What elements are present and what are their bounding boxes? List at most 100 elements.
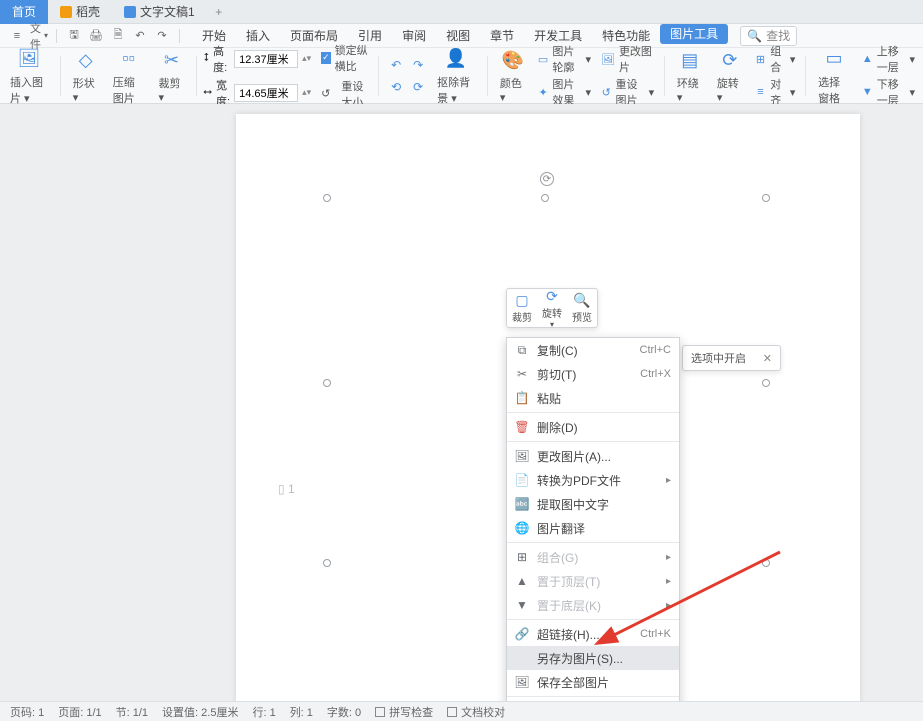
ctx-paste[interactable]: 📋粘贴 (507, 386, 679, 410)
z-order-group: ▲上移一层 ▾ ▼下移一层 ▾ (858, 43, 919, 108)
delete-icon: 🗑 (515, 420, 529, 434)
bring-front-icon: ▲ (515, 574, 529, 588)
selection-pane-button[interactable]: ▭选择窗格 (812, 46, 856, 106)
ctx-change-pic[interactable]: 🖼更改图片(A)... (507, 444, 679, 468)
menu-review[interactable]: 审阅 (392, 24, 436, 48)
handle-br[interactable] (762, 559, 770, 567)
shapes-button[interactable]: ◇形状 ▾ (67, 47, 105, 104)
effects-icon: ✦ (538, 84, 549, 100)
remove-bg-icon: 👤 (443, 46, 469, 72)
reset-pic-icon: ↺ (601, 84, 612, 100)
print-icon[interactable]: 🖨 (87, 27, 105, 45)
ribbon: 🖼插入图片 ▾ ◇形状 ▾ ▫▫压缩图片 ✂裁剪 ▾ ⭥高度:▴▾ ⭤宽度:▴▾… (0, 48, 923, 104)
wrap-icon: ▤ (677, 47, 703, 73)
ctx-translate[interactable]: 🌐图片翻译 (507, 516, 679, 540)
close-icon[interactable]: ✕ (763, 352, 772, 365)
cut-icon: ✂ (515, 367, 529, 381)
status-page-of[interactable]: 页面: 1/1 (58, 704, 101, 720)
height-input[interactable] (234, 50, 298, 68)
shapes-icon: ◇ (73, 47, 99, 73)
redo-icon[interactable]: ↷ (153, 27, 171, 45)
crop-button[interactable]: ✂裁剪 ▾ (152, 47, 190, 104)
ctx-cut[interactable]: ✂剪切(T)Ctrl+X (507, 362, 679, 386)
mini-preview[interactable]: 🔍预览 (567, 289, 597, 327)
hamburger-icon[interactable]: ≡ (8, 27, 26, 45)
ctx-bring-front: ▲置于顶层(T)▸ (507, 569, 679, 593)
compress-button[interactable]: ▫▫压缩图片 (107, 46, 151, 106)
reset-icon: ↺ (321, 87, 330, 100)
ctx-delete[interactable]: 🗑删除(D) (507, 415, 679, 439)
mini-rotate[interactable]: ⟳旋转▾ (537, 289, 567, 327)
rotate-handle[interactable]: ⟳ (540, 172, 554, 186)
tab-docer[interactable]: 稻壳 (48, 0, 112, 24)
move-down-icon: ▼ (862, 84, 873, 100)
lock-ratio-checkbox[interactable]: ✓锁定纵横比 (321, 42, 372, 74)
insert-picture-button[interactable]: 🖼插入图片 ▾ (4, 46, 54, 106)
color-icon: 🎨 (500, 47, 526, 73)
outline-button[interactable]: ▭图片轮廓 ▾ (538, 43, 591, 75)
rotate-left-icon[interactable]: ⟲ (385, 76, 407, 98)
move-up-button[interactable]: ▲上移一层 ▾ (862, 43, 915, 75)
remove-bg-button[interactable]: 👤抠除背景 ▾ (431, 46, 481, 106)
tab-document[interactable]: 文字文稿1 (112, 0, 207, 24)
notification-text: 选项中开启 (691, 350, 746, 366)
tab-add[interactable]: + (207, 5, 231, 19)
status-bar: 页码: 1 页面: 1/1 节: 1/1 设置值: 2.5厘米 行: 1 列: … (0, 701, 923, 721)
change-pic-icon: 🖼 (601, 51, 615, 67)
save-icon[interactable]: 🖫 (65, 27, 83, 45)
ctx-hyperlink[interactable]: 🔗超链接(H)...Ctrl+K (507, 622, 679, 646)
width-input[interactable] (234, 84, 298, 102)
status-page[interactable]: 页码: 1 (10, 704, 44, 720)
ctx-save-all-pics[interactable]: 🖼保存全部图片 (507, 670, 679, 694)
rotate-button[interactable]: ⟳旋转 ▾ (711, 47, 749, 104)
menu-picture-tools[interactable]: 图片工具 (660, 24, 728, 44)
wrap-button[interactable]: ▤环绕 ▾ (671, 47, 709, 104)
handle-mr[interactable] (762, 379, 770, 387)
status-spell[interactable]: 拼写检查 (375, 704, 433, 720)
page-marker: ▯ 1 (278, 482, 295, 496)
ctx-to-pdf[interactable]: 📄转换为PDF文件▸ (507, 468, 679, 492)
handle-bl[interactable] (323, 559, 331, 567)
flip-v-icon[interactable]: ↷ (407, 54, 429, 76)
handle-ml[interactable] (323, 379, 331, 387)
align-icon: ≡ (755, 84, 766, 100)
menu-chapter[interactable]: 章节 (480, 24, 524, 48)
document-tabs: 首页 稻壳 文字文稿1 + (0, 0, 923, 24)
save-all-icon: 🖼 (515, 675, 529, 689)
handle-tl[interactable] (323, 194, 331, 202)
status-pos[interactable]: 设置值: 2.5厘米 (162, 704, 238, 720)
picture-icon: 🖼 (16, 46, 42, 72)
ctx-ocr[interactable]: 🔤提取图中文字 (507, 492, 679, 516)
status-proof[interactable]: 文档校对 (447, 704, 505, 720)
file-menu[interactable]: 文件▾ (30, 27, 48, 45)
height-stepper[interactable]: ▴▾ (302, 53, 311, 64)
ctx-copy[interactable]: ⧉复制(C)Ctrl+C (507, 338, 679, 362)
undo-icon[interactable]: ↶ (131, 27, 149, 45)
doc-icon (124, 6, 136, 18)
rotate-right-icon[interactable]: ⟳ (407, 76, 429, 98)
handle-tr[interactable] (762, 194, 770, 202)
status-chars[interactable]: 字数: 0 (327, 704, 361, 720)
color-button[interactable]: 🎨颜色 ▾ (494, 47, 532, 104)
outline-effect-group: ▭图片轮廓 ▾ ✦图片效果 ▾ (534, 43, 595, 108)
ctx-save-as-pic[interactable]: 另存为图片(S)... (507, 646, 679, 670)
width-icon: ⭤ (203, 86, 212, 99)
mini-crop[interactable]: ▢裁剪 (507, 289, 537, 327)
rotate-icon: ⟳ (717, 47, 743, 73)
status-section[interactable]: 节: 1/1 (116, 704, 148, 720)
status-col[interactable]: 列: 1 (290, 704, 313, 720)
menu-view[interactable]: 视图 (436, 24, 480, 48)
group-button[interactable]: ⊞组合 ▾ (755, 43, 796, 75)
width-stepper[interactable]: ▴▾ (302, 87, 311, 98)
paste-icon: 📋 (515, 391, 529, 405)
group-icon: ⊞ (515, 550, 529, 564)
status-row[interactable]: 行: 1 (252, 704, 275, 720)
search-icon: 🔍 (747, 29, 762, 43)
flip-h-icon[interactable]: ↶ (385, 54, 407, 76)
change-pic-button[interactable]: 🖼更改图片 (601, 43, 654, 75)
move-up-icon: ▲ (862, 51, 873, 67)
change-pic-icon: 🖼 (515, 449, 529, 463)
rotate-icon: ⟳ (546, 288, 558, 305)
handle-tm[interactable] (541, 194, 549, 202)
print-preview-icon[interactable]: 🗎 (109, 27, 127, 45)
